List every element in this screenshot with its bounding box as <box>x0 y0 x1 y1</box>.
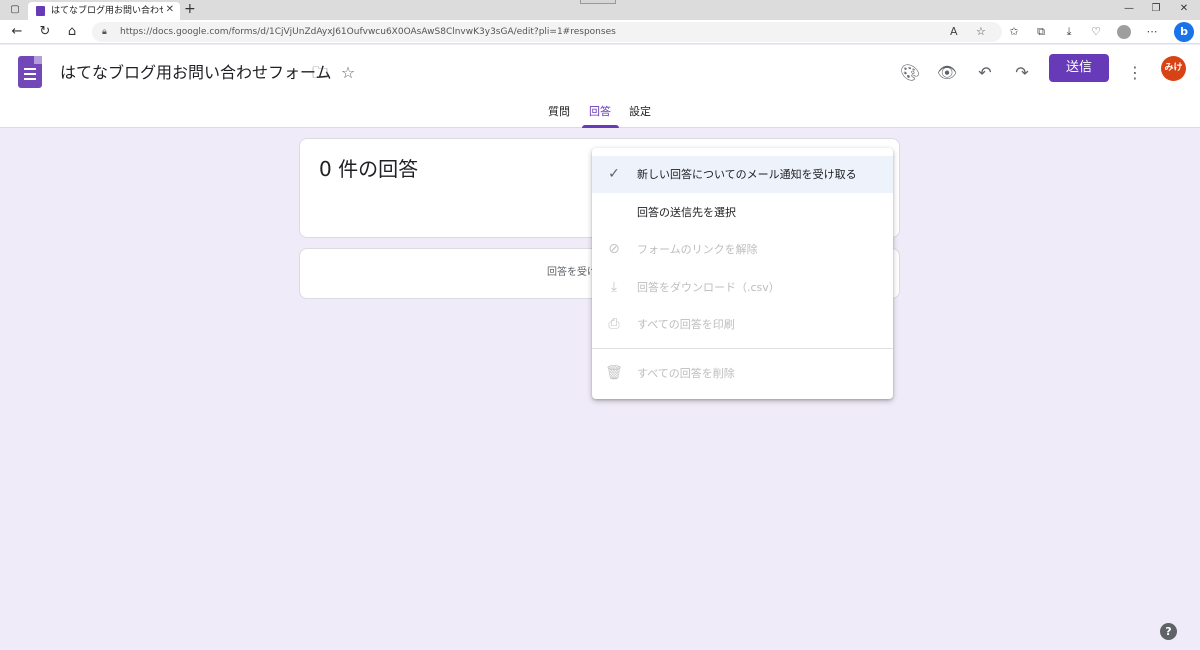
lock-icon[interactable]: 🔒︎ <box>102 26 112 38</box>
folder-icon[interactable]: 🗀 <box>309 62 331 84</box>
undo-icon[interactable]: ↶ <box>974 62 996 84</box>
menu-item-delete-all: 🗑︎ すべての回答を削除 <box>592 355 893 392</box>
send-button[interactable]: 送信 <box>1049 54 1109 82</box>
refresh-icon[interactable]: ↻ <box>37 24 53 40</box>
unlink-icon: ⊘ <box>608 241 620 257</box>
redo-icon[interactable]: ↷ <box>1011 62 1033 84</box>
browser-toolbar: ← ↻ ⌂ 🔒︎ https://docs.google.com/forms/d… <box>0 20 1200 44</box>
avatar[interactable]: みけ <box>1161 56 1186 81</box>
menu-item-label: すべての回答を削除 <box>637 367 735 380</box>
menu-item-email-notification[interactable]: ✓ 新しい回答についてのメール通知を受け取る <box>592 156 893 193</box>
collections-icon[interactable]: ⧉ <box>1033 24 1049 40</box>
menu-item-select-destination[interactable]: 回答の送信先を選択 <box>592 194 893 231</box>
trash-icon: 🗑︎ <box>605 365 623 381</box>
address-bar[interactable]: 🔒︎ https://docs.google.com/forms/d/1CjVj… <box>92 22 1002 42</box>
minimize-icon[interactable]: — <box>1122 3 1136 15</box>
form-title[interactable]: はてなブログ用お問い合わせフォーム <box>60 62 332 84</box>
tab-questions[interactable]: 質問 <box>548 105 570 119</box>
menu-item-label: すべての回答を印刷 <box>637 318 735 331</box>
tab-actions-icon[interactable]: ▢ <box>8 3 22 17</box>
menu-item-label: フォームのリンクを解除 <box>637 243 758 256</box>
star-icon[interactable]: ☆ <box>337 62 359 84</box>
read-aloud-icon[interactable]: A <box>950 25 958 39</box>
close-icon[interactable]: ✕ <box>166 4 174 16</box>
preview-eye-icon[interactable]: 👁︎ <box>936 62 958 84</box>
active-tab-indicator <box>582 125 619 128</box>
restore-icon[interactable]: ❐ <box>1149 3 1163 15</box>
browser-tab-bar: ▢ はてなブログ用お問い合わせフォーム - ✕ + — ❐ ✕ <box>0 0 1200 20</box>
close-window-icon[interactable]: ✕ <box>1177 3 1191 15</box>
palette-icon[interactable]: 🎨︎ <box>899 62 921 84</box>
menu-item-label: 新しい回答についてのメール通知を受け取る <box>637 168 857 181</box>
response-count: 0 件の回答 <box>319 157 419 181</box>
form-tabs: 質問 回答 設定 <box>0 100 1200 128</box>
menu-item-label: 回答の送信先を選択 <box>637 206 736 219</box>
tab-responses[interactable]: 回答 <box>589 105 611 119</box>
responses-more-menu: ✓ 新しい回答についてのメール通知を受け取る 回答の送信先を選択 ⊘ フォームの… <box>592 148 893 399</box>
google-forms-logo-icon[interactable] <box>18 56 42 88</box>
app-header: はてなブログ用お問い合わせフォーム 🗀 ☆ 🎨︎ 👁︎ ↶ ↷ 送信 ⋮ みけ … <box>0 45 1200 128</box>
download-icon: ⤓ <box>610 279 618 295</box>
accepting-responses-label: 回答を受け <box>547 267 597 278</box>
downloads-icon[interactable]: ⤓ <box>1061 24 1077 40</box>
star-icon[interactable]: ☆ <box>976 25 986 39</box>
browser-tab-title: はてなブログ用お問い合わせフォーム - <box>51 6 163 16</box>
menu-item-unlink-form: ⊘ フォームのリンクを解除 <box>592 231 893 268</box>
print-icon: ⎙ <box>608 316 620 332</box>
menu-item-print-all: ⎙ すべての回答を印刷 <box>592 306 893 343</box>
browser-tab[interactable]: はてなブログ用お問い合わせフォーム - ✕ <box>28 2 180 20</box>
forms-favicon-icon <box>36 6 45 16</box>
check-icon: ✓ <box>608 166 620 182</box>
window-drag-handle[interactable] <box>580 0 616 4</box>
bing-icon[interactable]: b <box>1174 22 1194 42</box>
home-icon[interactable]: ⌂ <box>64 24 80 40</box>
menu-item-label: 回答をダウンロード（.csv） <box>637 281 780 294</box>
more-vert-icon[interactable]: ⋮ <box>1124 62 1146 84</box>
extension-icon[interactable]: ♡ <box>1088 24 1104 40</box>
help-icon[interactable]: ? <box>1160 623 1177 640</box>
more-icon[interactable]: ⋯ <box>1144 24 1160 40</box>
back-arrow-icon[interactable]: ← <box>9 24 25 40</box>
tab-settings[interactable]: 設定 <box>629 105 651 119</box>
menu-item-download-csv: ⤓ 回答をダウンロード（.csv） <box>592 269 893 306</box>
menu-divider <box>592 348 893 349</box>
profile-icon[interactable] <box>1117 25 1131 39</box>
url-text[interactable]: https://docs.google.com/forms/d/1CjVjUnZ… <box>120 26 616 38</box>
favorites-icon[interactable]: ✩ <box>1006 24 1022 40</box>
plus-icon[interactable]: + <box>184 1 196 17</box>
